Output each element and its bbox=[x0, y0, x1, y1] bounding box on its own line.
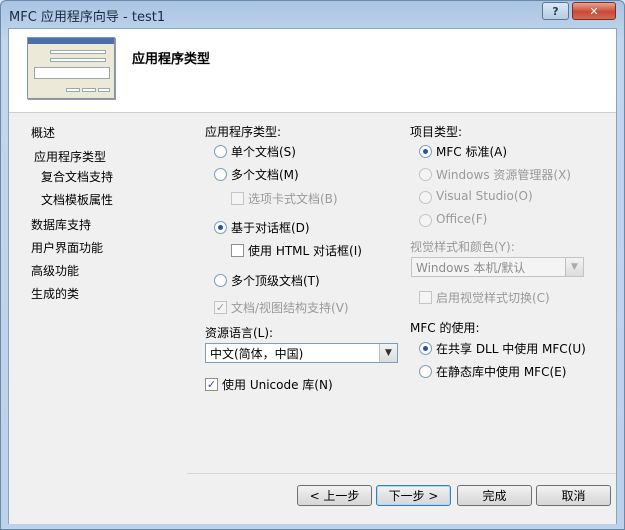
mfc-standard-radio[interactable] bbox=[419, 145, 432, 158]
unicode-checkbox[interactable]: ✓ bbox=[205, 378, 218, 391]
visual-style-value: Windows 本机/默认 bbox=[416, 261, 526, 275]
nav-item-generated-classes[interactable]: 生成的类 bbox=[31, 285, 79, 302]
multi-doc-radio[interactable] bbox=[214, 168, 227, 181]
page-title: 应用程序类型 bbox=[132, 52, 211, 67]
tabbed-docs-label: 选项卡式文档(B) bbox=[248, 192, 338, 206]
mfc-standard-label[interactable]: MFC 标准(A) bbox=[436, 143, 507, 160]
help-button[interactable]: ? bbox=[542, 2, 569, 20]
title-bar[interactable]: MFC 应用程序向导 - test1 ? ✕ bbox=[1, 1, 624, 27]
static-lib-radio[interactable] bbox=[419, 365, 432, 378]
multi-top-radio[interactable] bbox=[214, 274, 227, 287]
shared-dll-radio[interactable] bbox=[419, 342, 432, 355]
shared-dll-label[interactable]: 在共享 DLL 中使用 MFC(U) bbox=[436, 340, 586, 357]
close-button[interactable]: ✕ bbox=[572, 2, 616, 20]
divider bbox=[187, 473, 616, 474]
visual-style-select: Windows 本机/默认 ▼ bbox=[411, 257, 584, 277]
dialog-preview-image bbox=[27, 37, 115, 99]
nav-item-overview[interactable]: 概述 bbox=[31, 124, 55, 141]
office-radio bbox=[419, 214, 432, 227]
visual-style-heading: 视觉样式和颜色(Y): bbox=[410, 240, 515, 254]
multi-doc-label[interactable]: 多个文档(M) bbox=[231, 166, 299, 183]
language-value: 中文(简体，中国) bbox=[210, 347, 304, 361]
project-type-heading: 项目类型: bbox=[410, 125, 463, 139]
language-select[interactable]: 中文(简体，中国) ▼ bbox=[205, 343, 398, 363]
visual-studio-label: Visual Studio(O) bbox=[436, 189, 533, 203]
visual-studio-radio bbox=[419, 191, 432, 204]
dialog-based-label[interactable]: 基于对话框(D) bbox=[231, 219, 310, 236]
app-type-heading: 应用程序类型: bbox=[205, 125, 282, 139]
single-doc-radio[interactable] bbox=[214, 145, 227, 158]
single-doc-label[interactable]: 单个文档(S) bbox=[231, 143, 296, 160]
client-area: 应用程序类型 概述 应用程序类型 复合文档支持 文档模板属性 数据库支持 用户界… bbox=[8, 28, 617, 524]
nav-item-compound-document[interactable]: 复合文档支持 bbox=[41, 168, 113, 185]
office-label: Office(F) bbox=[436, 212, 488, 226]
nav-item-application-type[interactable]: 应用程序类型 bbox=[34, 148, 106, 165]
static-lib-label[interactable]: 在静态库中使用 MFC(E) bbox=[436, 363, 566, 380]
wizard-nav: 概述 应用程序类型 复合文档支持 文档模板属性 数据库支持 用户界面功能 高级功… bbox=[9, 114, 187, 524]
window-title: MFC 应用程序向导 - test1 bbox=[9, 10, 166, 25]
mfc-use-heading: MFC 的使用: bbox=[410, 321, 480, 335]
finish-button[interactable]: 完成 bbox=[457, 485, 532, 506]
chevron-down-icon: ▼ bbox=[565, 258, 583, 276]
tabbed-docs-checkbox bbox=[231, 192, 244, 205]
cancel-button[interactable]: 取消 bbox=[536, 485, 611, 506]
nav-item-advanced-features[interactable]: 高级功能 bbox=[31, 262, 79, 279]
doc-view-label: 文档/视图结构支持(V) bbox=[231, 301, 349, 315]
dialog-based-radio[interactable] bbox=[214, 221, 227, 234]
html-dialog-checkbox[interactable] bbox=[231, 244, 244, 257]
chevron-down-icon[interactable]: ▼ bbox=[379, 344, 397, 362]
wizard-window: MFC 应用程序向导 - test1 ? ✕ 应用程序类型 概述 应用程序类型 … bbox=[0, 0, 625, 530]
prev-button[interactable]: < 上一步 bbox=[297, 485, 372, 506]
nav-item-user-interface[interactable]: 用户界面功能 bbox=[31, 239, 103, 256]
style-toggle-checkbox bbox=[419, 291, 432, 304]
main-panel: 应用程序类型: 单个文档(S) 多个文档(M) 选项卡式文档(B) 基于对话框(… bbox=[187, 114, 616, 524]
style-toggle-label: 启用视觉样式切换(C) bbox=[436, 291, 550, 305]
next-button[interactable]: 下一步 > bbox=[376, 485, 451, 506]
doc-view-checkbox: ✓ bbox=[214, 301, 227, 314]
nav-item-database-support[interactable]: 数据库支持 bbox=[31, 216, 91, 233]
wizard-header: 应用程序类型 bbox=[9, 29, 616, 113]
language-heading: 资源语言(L): bbox=[205, 326, 274, 340]
explorer-label: Windows 资源管理器(X) bbox=[436, 168, 571, 182]
unicode-label[interactable]: 使用 Unicode 库(N) bbox=[222, 376, 333, 393]
html-dialog-label[interactable]: 使用 HTML 对话框(I) bbox=[248, 242, 362, 259]
nav-item-document-template[interactable]: 文档模板属性 bbox=[41, 191, 113, 208]
multi-top-label[interactable]: 多个顶级文档(T) bbox=[231, 272, 320, 289]
explorer-radio bbox=[419, 168, 432, 181]
